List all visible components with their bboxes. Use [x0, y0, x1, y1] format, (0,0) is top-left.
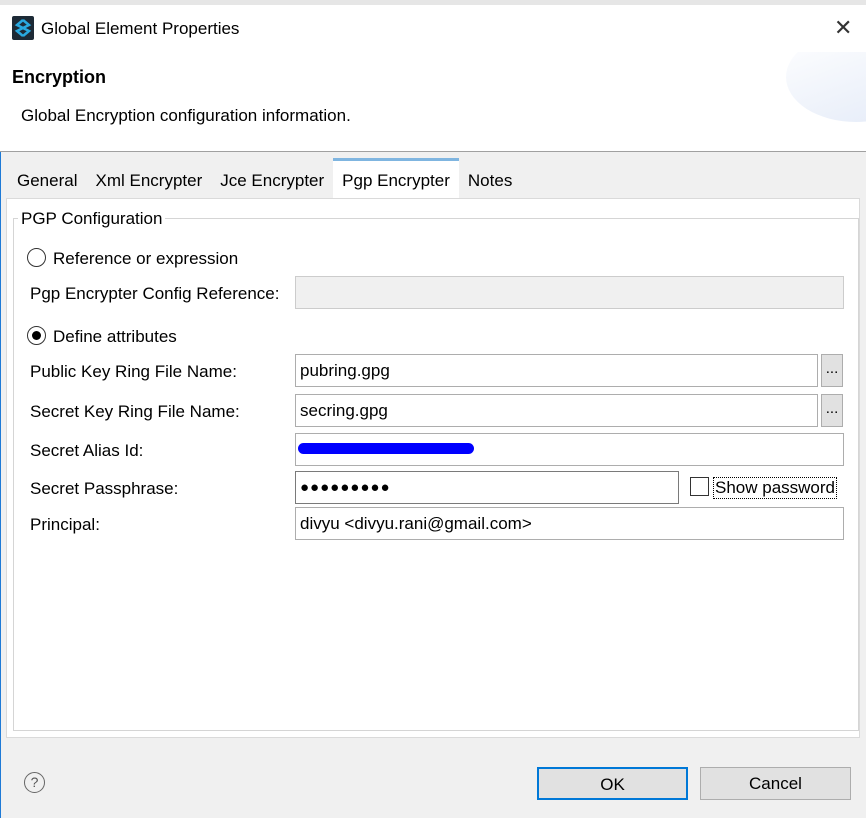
cancel-button[interactable]: Cancel: [700, 767, 851, 800]
tab-notes[interactable]: Notes: [459, 158, 521, 198]
passphrase-input[interactable]: ●●●●●●●●●: [295, 471, 679, 504]
alias-label: Secret Alias Id:: [30, 441, 144, 460]
tab-jce-encrypter[interactable]: Jce Encrypter: [211, 158, 333, 198]
page-title: Encryption: [12, 67, 107, 87]
title-bar: Global Element Properties ✕: [0, 5, 866, 52]
principal-label: Principal:: [30, 515, 100, 534]
tab-xml-encrypter[interactable]: Xml Encrypter: [86, 158, 211, 198]
secret-key-label: Secret Key Ring File Name:: [30, 402, 240, 421]
define-attributes-radio[interactable]: [27, 326, 46, 345]
secret-key-input[interactable]: secring.gpg: [295, 394, 818, 427]
show-password-checkbox[interactable]: [690, 477, 709, 496]
page-description: Global Encryption configuration informat…: [21, 106, 351, 125]
public-key-label: Public Key Ring File Name:: [30, 362, 237, 381]
define-attributes-label: Define attributes: [53, 327, 177, 346]
group-title: PGP Configuration: [18, 209, 166, 229]
redaction-mark: [298, 443, 474, 454]
public-key-browse-button[interactable]: ...: [821, 354, 843, 387]
window-title: Global Element Properties: [41, 19, 240, 38]
passphrase-label: Secret Passphrase:: [30, 479, 179, 498]
config-ref-input[interactable]: [295, 276, 844, 309]
principal-input[interactable]: divyu <divyu.rani@gmail.com>: [295, 507, 844, 540]
tab-strip: General Xml Encrypter Jce Encrypter Pgp …: [8, 158, 521, 198]
close-icon[interactable]: ✕: [834, 15, 852, 41]
public-key-input[interactable]: pubring.gpg: [295, 354, 818, 387]
tab-pgp-encrypter[interactable]: Pgp Encrypter: [333, 158, 459, 198]
header-decoration: [786, 52, 866, 122]
help-button[interactable]: ?: [24, 772, 45, 793]
dialog-header: Encryption Global Encryption configurati…: [0, 52, 866, 152]
alias-input[interactable]: [295, 433, 844, 466]
tab-general[interactable]: General: [8, 158, 86, 198]
secret-key-browse-button[interactable]: ...: [821, 394, 843, 427]
reference-radio[interactable]: [27, 248, 46, 267]
show-password-label[interactable]: Show password: [713, 477, 838, 499]
app-logo-icon: [12, 16, 34, 40]
reference-radio-label: Reference or expression: [53, 249, 239, 268]
help-icon: ?: [30, 774, 39, 790]
ok-button[interactable]: OK: [537, 767, 688, 800]
config-ref-label: Pgp Encrypter Config Reference:: [30, 284, 280, 303]
